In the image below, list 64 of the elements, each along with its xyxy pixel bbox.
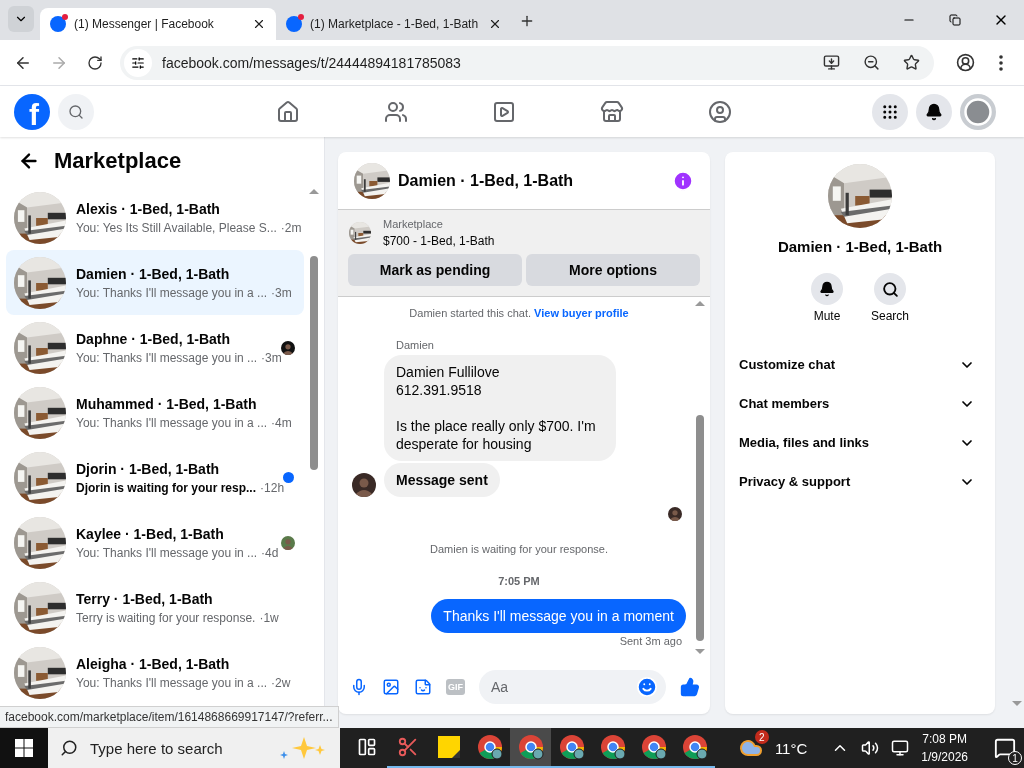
- browser-tab[interactable]: (1) Messenger | Facebook: [40, 8, 276, 40]
- conversation-name: Muhammed · 1-Bed, 1-Bath: [76, 395, 258, 412]
- taskbar-search-box[interactable]: Type here to search: [48, 728, 340, 768]
- message-bubble: Thanks I'll message you in a moment: [431, 599, 686, 633]
- message-time: ·12h: [260, 480, 285, 495]
- message-bubble: Message sent: [384, 463, 500, 497]
- message-time: ·2w: [271, 675, 291, 690]
- message-preview: Terry is waiting for your response.: [76, 610, 256, 625]
- message-time: ·1w: [259, 610, 279, 625]
- sender-name: Damien: [396, 339, 434, 351]
- message-time: ·4d: [261, 545, 279, 560]
- message-preview: You: Thanks I'll message you in a ...: [76, 285, 268, 300]
- section-header[interactable]: Customize chat: [739, 345, 981, 384]
- message-bubble: Damien Fullilove 612.391.9518 Is the place really only $700. I'm desperate for housing: [384, 355, 616, 461]
- conversation-name: Damien · 1-Bed, 1-Bath: [76, 265, 231, 282]
- message-time: ·2m: [280, 220, 302, 235]
- section-header[interactable]: Chat members: [739, 384, 981, 423]
- message-time: ·4m: [271, 415, 292, 430]
- conversation-name: Kaylee · 1-Bed, 1-Bath: [76, 525, 225, 542]
- conversation-item[interactable]: Terry · 1-Bed, 1-Bath Terry is waiting for your response. ·1w: [6, 575, 304, 640]
- message-time: ·3m: [271, 285, 292, 300]
- message-preview: You: Thanks I'll message you in a ...: [76, 675, 268, 690]
- system-message: Damien started this chat. View buyer profile: [408, 307, 630, 319]
- message-time: ·3m: [261, 350, 282, 365]
- listing-source: Marketplace: [383, 218, 444, 230]
- logo[interactable]: f: [14, 93, 50, 130]
- conversation-item[interactable]: Alexis · 1-Bed, 1-Bath You: Yes Its Still Available, Please S... ·2m: [6, 185, 304, 250]
- message-preview: Djorin is waiting for your resp...: [76, 480, 257, 495]
- buyer-profile-link[interactable]: View buyer profile: [534, 307, 629, 319]
- notification-badge: 1: [1008, 751, 1022, 765]
- taskbar-search-field[interactable]: Type here to search: [88, 738, 268, 758]
- timestamp: 7:05 PM: [498, 575, 540, 587]
- conversation-name: Aleigha · 1-Bed, 1-Bath: [76, 655, 231, 672]
- section-header[interactable]: Privacy & support: [739, 462, 981, 501]
- message-field[interactable]: Aa: [489, 678, 636, 696]
- listing-action-button[interactable]: Mark as pending: [348, 254, 522, 286]
- conversation-name: Alexis · 1-Bed, 1-Bath: [76, 200, 221, 217]
- browser-tab[interactable]: (1) Marketplace - 1-Bed, 1-Bath: [276, 8, 512, 40]
- details-title: Damien · 1-Bed, 1-Bath: [777, 238, 943, 255]
- listing-action-button[interactable]: More options: [526, 254, 700, 286]
- conversation-item[interactable]: Damien · 1-Bed, 1-Bath You: Thanks I'll message you in a ... ·3m: [6, 250, 304, 315]
- message-preview: You: Thanks I'll message you in ...: [76, 545, 258, 560]
- conversation-item[interactable]: Daphne · 1-Bed, 1-Bath You: Thanks I'll message you in ... ·3m: [6, 315, 304, 380]
- conversation-item[interactable]: Muhammed · 1-Bed, 1-Bath You: Thanks I'll message you in a ... ·4m: [6, 380, 304, 445]
- section-header[interactable]: Media, files and links: [739, 423, 981, 462]
- sidebar-title: Marketplace: [54, 148, 182, 174]
- system-message: Damien is waiting for your response.: [429, 543, 609, 555]
- conversation-name: Daphne · 1-Bed, 1-Bath: [76, 330, 231, 347]
- status-url: facebook.com/marketplace/item/1614868669917147/?referr...: [0, 706, 339, 728]
- message-preview: You: Yes Its Still Available, Please S...: [76, 220, 277, 235]
- weather-badge: 2: [754, 730, 769, 744]
- conversation-item[interactable]: Kaylee · 1-Bed, 1-Bath You: Thanks I'll message you in ... ·4d: [6, 510, 304, 575]
- message-preview: You: Thanks I'll message you in ...: [76, 350, 258, 365]
- temperature: 11°C: [774, 739, 808, 757]
- message-preview: You: Thanks I'll message you in a ...: [76, 415, 268, 430]
- conversation-item[interactable]: Aleigha · 1-Bed, 1-Bath You: Thanks I'll message you in a ... ·2w: [6, 640, 304, 705]
- delivery-status: Sent 3m ago: [619, 635, 682, 647]
- conversation-item[interactable]: Djorin · 1-Bed, 1-Bath Djorin is waiting for your resp... ·12h: [6, 445, 304, 510]
- conversation-name: Djorin · 1-Bed, 1-Bath: [76, 460, 221, 477]
- listing-summary: $700 - 1-Bed, 1-Bath: [383, 234, 495, 248]
- taskbar-clock[interactable]: 7:08 PM 1/9/2026: [921, 730, 968, 766]
- message-box[interactable]: Aa: [479, 670, 666, 704]
- conversation-name: Terry · 1-Bed, 1-Bath: [76, 590, 214, 607]
- chat-title: Damien · 1-Bed, 1-Bath: [398, 171, 575, 190]
